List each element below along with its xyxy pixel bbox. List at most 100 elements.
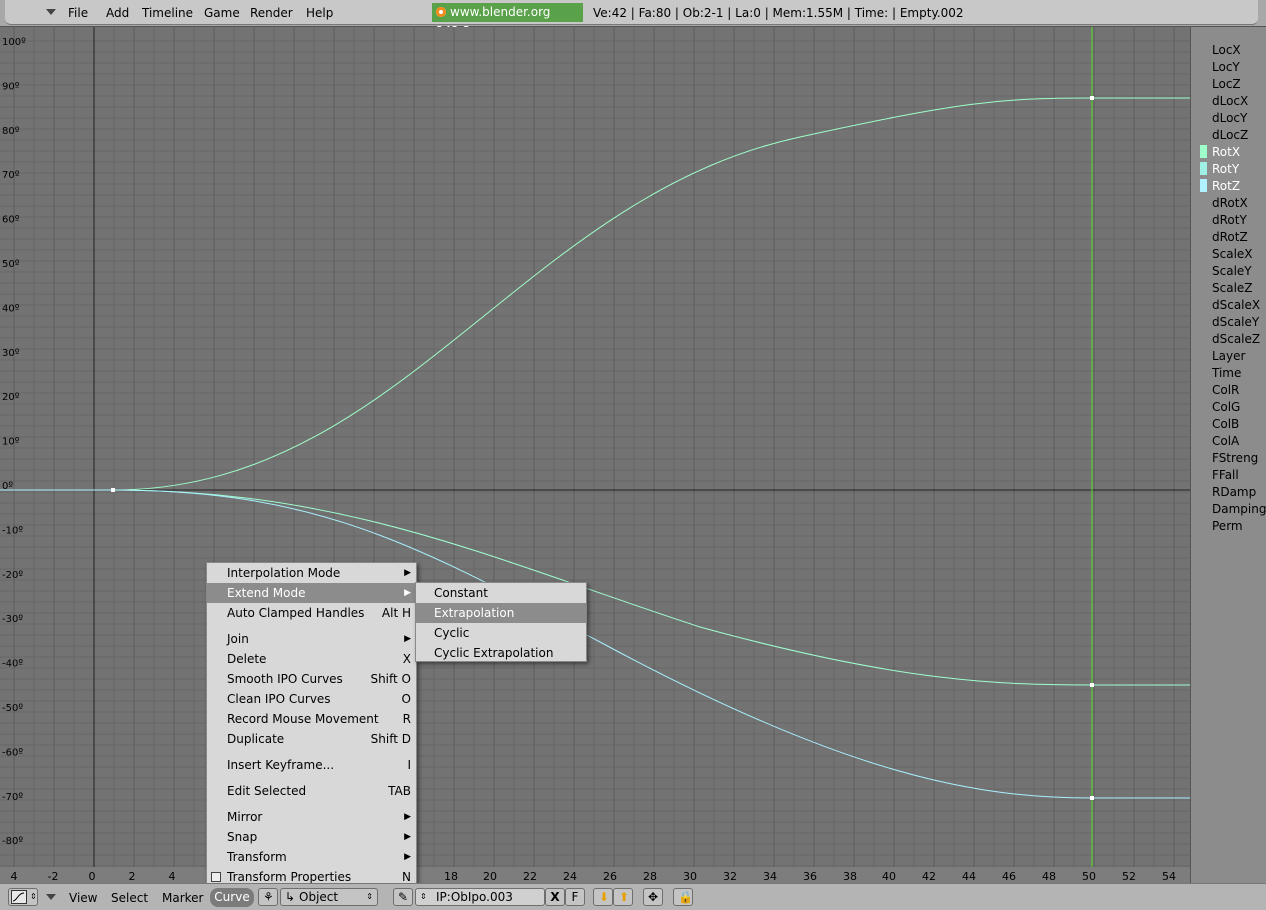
channel-dlocz[interactable]: dLocZ — [1212, 128, 1248, 142]
channel-color-swatch[interactable] — [1200, 162, 1207, 175]
channel-layer[interactable]: Layer — [1212, 349, 1245, 363]
y-axis-tick-label: -80º — [2, 836, 23, 847]
menu-item-label: Constant — [434, 586, 488, 600]
x-axis-tick-label: 50 — [1082, 870, 1096, 883]
menu-item-label: Auto Clamped Handles — [227, 606, 365, 620]
channel-perm[interactable]: Perm — [1212, 519, 1243, 533]
menu-item-record-mouse-movement[interactable]: Record Mouse Movement R — [207, 709, 416, 729]
menu-item-mirror[interactable]: Mirror ▶ — [207, 807, 416, 827]
submenu-arrow-icon: ▶ — [404, 832, 411, 842]
channel-ffall[interactable]: FFall — [1212, 468, 1239, 482]
channel-droty[interactable]: dRotY — [1212, 213, 1247, 227]
x-axis-tick-label: 44 — [962, 870, 976, 883]
pin-icon: ✎ — [398, 890, 409, 904]
copy-to-buffer-button[interactable]: ⬇ — [593, 888, 613, 906]
channel-colg[interactable]: ColG — [1212, 400, 1240, 414]
x-axis-tick-label: 38 — [843, 870, 857, 883]
menu-help[interactable]: Help — [306, 6, 333, 20]
menu-curve[interactable]: Curve — [210, 888, 254, 907]
channel-rotz[interactable]: RotZ — [1212, 179, 1240, 193]
channel-scalez[interactable]: ScaleZ — [1212, 281, 1253, 295]
channel-colr[interactable]: ColR — [1212, 383, 1239, 397]
menu-item-extend-mode[interactable]: Extend Mode ▶ — [207, 583, 416, 603]
menu-game[interactable]: Game — [204, 6, 240, 20]
channel-dlocy[interactable]: dLocY — [1212, 111, 1247, 125]
menu-item-constant[interactable]: Constant — [416, 583, 586, 603]
menu-view[interactable]: View — [69, 891, 97, 905]
menu-timeline[interactable]: Timeline — [142, 6, 193, 20]
menu-select[interactable]: Select — [111, 891, 148, 905]
header-collapse-icon[interactable] — [46, 9, 56, 15]
menu-item-shortcut: Alt H — [381, 606, 411, 620]
menu-item-label: Delete — [227, 652, 267, 666]
header-collapse-icon[interactable] — [46, 894, 56, 900]
unlink-ipo-button[interactable]: X — [545, 888, 565, 906]
x-axis-tick-label: 26 — [603, 870, 617, 883]
menu-item-join[interactable]: Join ▶ — [207, 629, 416, 649]
channel-roty[interactable]: RotY — [1212, 162, 1239, 176]
channel-rotx[interactable]: RotX — [1212, 145, 1240, 159]
y-axis-tick-label: 10º — [2, 437, 20, 448]
channel-damping[interactable]: Damping — [1212, 502, 1266, 516]
channel-fstreng[interactable]: FStreng — [1212, 451, 1258, 465]
ipo-type-select[interactable]: ↳ Object ⇕ — [280, 888, 378, 906]
ipo-graph[interactable]: 100º90º80º70º60º50º40º30º20º10º0º-10º-20… — [0, 27, 1190, 883]
menu-item-snap[interactable]: Snap ▶ — [207, 827, 416, 847]
menu-item-clean-ipo-curves[interactable]: Clean IPO Curves O — [207, 689, 416, 709]
menu-item-extrapolation[interactable]: Extrapolation — [416, 603, 586, 623]
channel-scaley[interactable]: ScaleY — [1212, 264, 1252, 278]
y-axis-tick-label: 90º — [2, 81, 20, 92]
channel-time[interactable]: Time — [1212, 366, 1241, 380]
menu-item-delete[interactable]: Delete X — [207, 649, 416, 669]
menu-render[interactable]: Render — [250, 6, 293, 20]
channel-scalex[interactable]: ScaleX — [1212, 247, 1253, 261]
channel-locx[interactable]: LocX — [1212, 43, 1241, 57]
channel-cola[interactable]: ColA — [1212, 434, 1239, 448]
menu-item-transform[interactable]: Transform ▶ — [207, 847, 416, 867]
checkbox-icon[interactable] — [211, 872, 221, 882]
menu-item-auto-clamped-handles[interactable]: Auto Clamped Handles Alt H — [207, 603, 416, 623]
arrow-down-icon: ⬇ — [599, 890, 610, 904]
channel-dscalez[interactable]: dScaleZ — [1212, 332, 1260, 346]
channel-locz[interactable]: LocZ — [1212, 77, 1241, 91]
scene-stats: Ve:42 | Fa:80 | Ob:2-1 | La:0 | Mem:1.55… — [593, 6, 964, 20]
channel-locy[interactable]: LocY — [1212, 60, 1240, 74]
paste-from-buffer-button[interactable]: ⬆ — [613, 888, 633, 906]
channel-rdamp[interactable]: RDamp — [1212, 485, 1256, 499]
view-all-button[interactable]: ✥ — [643, 888, 663, 906]
channel-color-swatch[interactable] — [1200, 179, 1207, 192]
menu-item-edit-selected[interactable]: Edit Selected TAB — [207, 781, 416, 801]
keyframe-point — [1090, 96, 1094, 100]
x-axis-tick-label: 52 — [1122, 870, 1136, 883]
channel-color-swatch[interactable] — [1200, 145, 1207, 158]
menu-marker[interactable]: Marker — [162, 891, 203, 905]
menu-item-shortcut: R — [402, 712, 411, 726]
lock-button[interactable]: 🔒 — [673, 888, 693, 906]
ipo-block-field[interactable]: ⇕ IP:ObIpo.003 — [415, 888, 545, 906]
channel-drotz[interactable]: dRotZ — [1212, 230, 1248, 244]
submenu-arrow-icon: ▶ — [404, 634, 411, 644]
menu-file[interactable]: File — [68, 6, 88, 20]
fake-user-button[interactable]: F — [565, 888, 585, 906]
menu-item-interpolation-mode[interactable]: Interpolation Mode ▶ — [207, 563, 416, 583]
pin-button[interactable]: ✎ — [393, 888, 413, 906]
menu-item-cyclic[interactable]: Cyclic — [416, 623, 586, 643]
menu-item-duplicate[interactable]: Duplicate Shift D — [207, 729, 416, 749]
channel-colb[interactable]: ColB — [1212, 417, 1239, 431]
keyframe-point — [1090, 683, 1094, 687]
zoom-icon: ✥ — [648, 890, 659, 904]
menu-item-label: Smooth IPO Curves — [227, 672, 343, 686]
y-axis-tick-label: -20º — [2, 570, 23, 581]
object-icon-button[interactable]: ⚘ — [258, 888, 278, 906]
menu-item-smooth-ipo-curves[interactable]: Smooth IPO Curves Shift O — [207, 669, 416, 689]
channel-dlocx[interactable]: dLocX — [1212, 94, 1248, 108]
menu-item-insert-keyframe[interactable]: Insert Keyframe... I — [207, 755, 416, 775]
channel-drotx[interactable]: dRotX — [1212, 196, 1248, 210]
editor-type-button[interactable]: ⇕ — [8, 888, 38, 906]
x-axis-tick-label: 18 — [444, 870, 458, 883]
channel-dscaley[interactable]: dScaleY — [1212, 315, 1259, 329]
blender-logo-icon — [436, 7, 446, 17]
menu-item-cyclic-extrapolation[interactable]: Cyclic Extrapolation — [416, 643, 586, 663]
menu-add[interactable]: Add — [106, 6, 129, 20]
channel-dscalex[interactable]: dScaleX — [1212, 298, 1260, 312]
